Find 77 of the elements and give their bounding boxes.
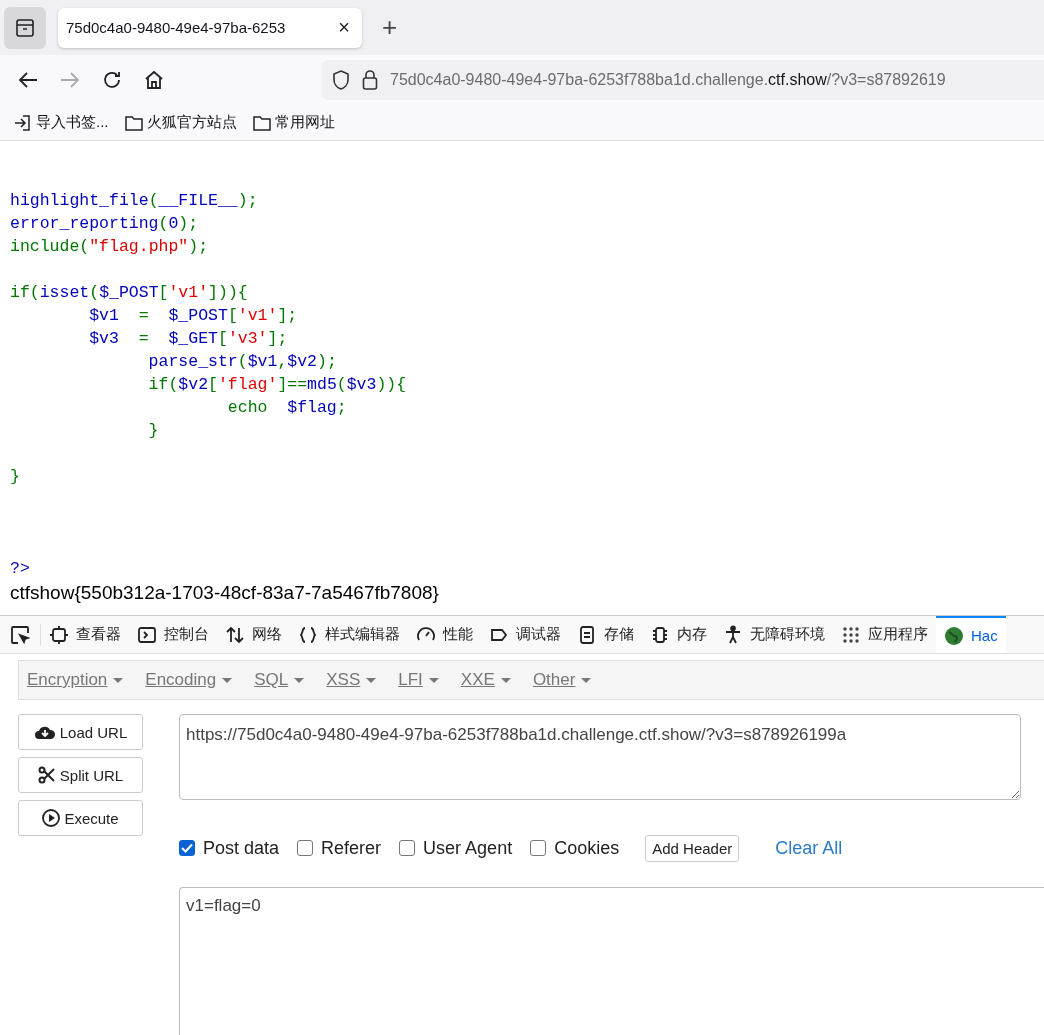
scissors-icon [37, 766, 56, 784]
post-data-field[interactable]: v1=flag=0 [179, 887, 1044, 1035]
code-line: parse_str($v1,$v2); [147, 352, 337, 371]
devtools-tab[interactable]: Hac [936, 616, 1006, 653]
network-icon [225, 624, 245, 645]
inspector-icon [49, 624, 69, 645]
folder-icon [252, 114, 271, 131]
dropdown-menu[interactable]: Other [532, 670, 592, 690]
code-line: include("flag.php"); [10, 237, 209, 256]
close-icon[interactable]: × [338, 16, 350, 39]
checkbox[interactable] [399, 840, 416, 856]
shield-icon [332, 70, 350, 90]
checkbox[interactable] [179, 840, 195, 856]
lock-icon [362, 70, 378, 90]
bookmark-link[interactable]: 常用网址 [274, 113, 335, 132]
memory-icon [650, 624, 670, 645]
browser-tab[interactable]: 75d0c4a0-9480-49e4-97ba-6253 × [58, 7, 362, 48]
address-bar[interactable]: 75d0c4a0-9480-49e4-97ba-6253f788ba1d.challenge.ctf.show/?v3=s87892619 [322, 60, 1044, 100]
devtools-tab[interactable]: 存储 [569, 616, 642, 653]
play-circle-icon [42, 809, 61, 827]
url-text: 75d0c4a0-9480-49e4-97ba-6253f788ba1d.challenge.ctf.show/?v3=s87892619 [390, 71, 946, 89]
action-button[interactable]: Execute [18, 800, 143, 836]
checkbox-label: Cookies [554, 837, 620, 859]
code-line: echo $flag; [226, 398, 347, 417]
devtools-tab[interactable]: 调试器 [481, 616, 569, 653]
url-field[interactable]: https://75d0c4a0-9480-49e4-97ba-6253f788ba1d.challenge.ctf.show/?v3=s878926199a [179, 714, 1021, 800]
import-icon [14, 113, 32, 132]
action-button[interactable]: Split URL [18, 757, 143, 793]
clear-all-link[interactable]: Clear All [769, 836, 849, 860]
code-line: if(isset($_POST['v1'])){ [10, 283, 248, 302]
devtools-tab[interactable]: 网络 [217, 616, 290, 653]
checkbox[interactable] [297, 840, 314, 856]
code-line: $v1 = $_POST['v1']; [88, 306, 298, 325]
devtools-tab[interactable]: 性能 [408, 616, 481, 653]
style-icon [298, 624, 318, 645]
devtools-tab[interactable]: 查看器 [41, 616, 129, 653]
dropdown-menu[interactable]: XSS [326, 670, 377, 690]
element-picker-icon[interactable] [10, 624, 30, 645]
code-line: highlight_file(__FILE__); [10, 191, 258, 210]
flag-output: ctfshow{550b312a-1703-48cf-83a7-7a5467fb7808} [10, 582, 440, 604]
dropdown-menu[interactable]: Encryption [27, 670, 124, 690]
back-icon[interactable] [18, 71, 38, 89]
code-line: ?> [10, 559, 30, 578]
bookmark-link[interactable]: 导入书签... [36, 113, 109, 132]
apps-icon [841, 624, 861, 645]
devtools-tab[interactable]: 控制台 [129, 616, 217, 653]
code-line: error_reporting(0); [10, 214, 199, 233]
new-tab-button[interactable]: + [382, 12, 398, 43]
accessibility-icon [723, 624, 743, 645]
tab-overview-button[interactable] [4, 6, 46, 49]
folder-icon [124, 114, 143, 131]
devtools-tab[interactable]: 内存 [642, 616, 715, 653]
dropdown-menu[interactable]: Encoding [145, 670, 233, 690]
archive-icon [15, 18, 35, 37]
checkbox-label: Post data [203, 837, 280, 859]
storage-icon [577, 624, 597, 645]
devtools-tab[interactable]: 无障碍环境 [715, 616, 833, 653]
code-line: $v3 = $_GET['v3']; [88, 329, 288, 348]
globe-icon [944, 625, 964, 646]
devtools-tab[interactable]: 样式编辑器 [290, 616, 408, 653]
checkbox[interactable] [530, 840, 547, 856]
console-icon [137, 624, 157, 645]
checkbox-label: User Agent [423, 837, 513, 859]
add-header-button[interactable]: Add Header [645, 834, 740, 862]
cloud-download-icon [33, 724, 56, 740]
dropdown-menu[interactable]: SQL [254, 670, 305, 690]
code-line: } [10, 467, 20, 486]
dropdown-menu[interactable]: LFI [398, 670, 439, 690]
dropdown-menu[interactable]: XXE [460, 670, 511, 690]
reload-icon[interactable] [102, 70, 122, 90]
action-button[interactable]: Load URL [18, 714, 143, 750]
checkbox-label: Referer [321, 837, 382, 859]
bookmark-link[interactable]: 火狐官方站点 [146, 113, 237, 132]
code-line: } [147, 421, 159, 440]
code-line: if($v2['flag']==md5($v3)){ [147, 375, 407, 394]
devtools-tab[interactable]: 应用程序 [833, 616, 936, 653]
home-icon[interactable] [144, 70, 164, 90]
